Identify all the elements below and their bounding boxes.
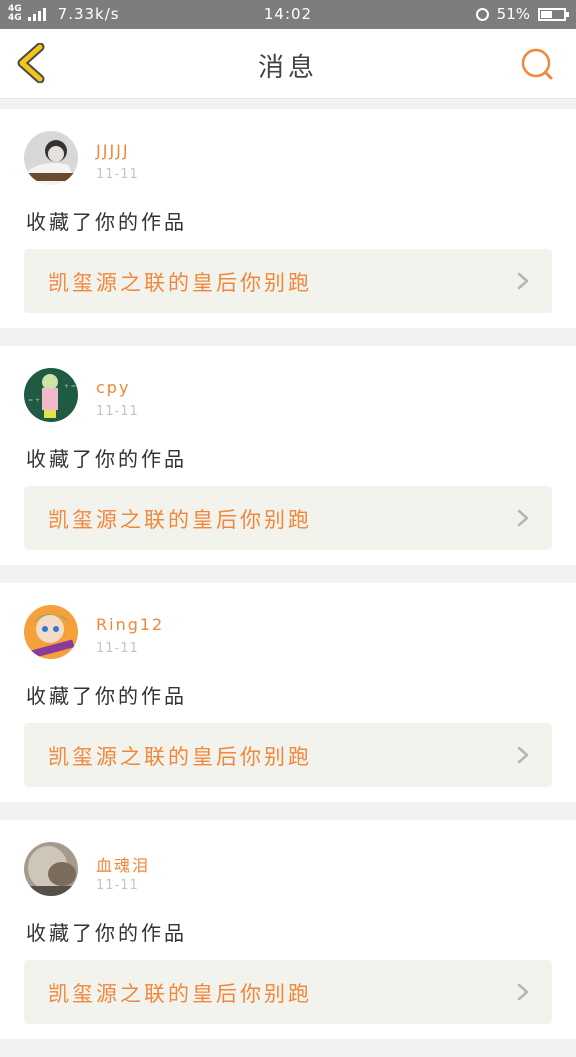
message-date: 11-11 bbox=[96, 878, 139, 893]
svg-text:+ =: + = bbox=[64, 383, 76, 390]
search-icon[interactable] bbox=[520, 47, 554, 81]
work-link[interactable]: 凯玺源之联的皇后你别跑 bbox=[24, 249, 552, 313]
avatar[interactable]: + = = + bbox=[24, 368, 78, 422]
message-date: 11-11 bbox=[96, 404, 139, 419]
work-link[interactable]: 凯玺源之联的皇后你别跑 bbox=[24, 960, 552, 1024]
work-link[interactable]: 凯玺源之联的皇后你别跑 bbox=[24, 723, 552, 787]
battery-fill bbox=[541, 10, 552, 18]
page-title: 消息 bbox=[257, 53, 318, 83]
message-card: Ring12 11-11 收藏了你的作品 凯玺源之联的皇后你别跑 bbox=[0, 583, 576, 802]
message-list: JJJJJ 11-11 收藏了你的作品 凯玺源之联的皇后你别跑 + = = + … bbox=[0, 109, 576, 1057]
work-title: 凯玺源之联的皇后你别跑 bbox=[48, 508, 312, 532]
battery-icon bbox=[538, 7, 569, 21]
status-right: 51% bbox=[475, 5, 569, 23]
message-date: 11-11 bbox=[96, 167, 139, 182]
app-header: 消息 bbox=[0, 29, 576, 99]
username[interactable]: 血魂泪 bbox=[96, 852, 150, 876]
username[interactable]: cpy bbox=[96, 378, 130, 397]
work-title: 凯玺源之联的皇后你别跑 bbox=[48, 745, 312, 769]
message-action: 收藏了你的作品 bbox=[26, 921, 187, 945]
status-bar: 4G 4G 7.33k/s 14:02 51% bbox=[0, 0, 576, 29]
svg-text:= +: = + bbox=[28, 397, 40, 404]
username[interactable]: Ring12 bbox=[96, 615, 164, 634]
message-date: 11-11 bbox=[96, 641, 139, 656]
chevron-right-icon bbox=[517, 983, 529, 1001]
message-card: 血魂泪 11-11 收藏了你的作品 凯玺源之联的皇后你别跑 bbox=[0, 820, 576, 1039]
work-title: 凯玺源之联的皇后你别跑 bbox=[48, 271, 312, 295]
avatar[interactable] bbox=[24, 842, 78, 896]
avatar[interactable] bbox=[24, 605, 78, 659]
message-card: + = = + cpy 11-11 收藏了你的作品 凯玺源之联的皇后你别跑 bbox=[0, 346, 576, 565]
chevron-right-icon bbox=[517, 746, 529, 764]
work-title: 凯玺源之联的皇后你别跑 bbox=[48, 982, 312, 1006]
message-action: 收藏了你的作品 bbox=[26, 447, 187, 471]
battery-percent: 51% bbox=[496, 5, 530, 23]
message-action: 收藏了你的作品 bbox=[26, 210, 187, 234]
username[interactable]: JJJJJ bbox=[96, 141, 130, 160]
avatar[interactable] bbox=[24, 131, 78, 185]
chevron-right-icon bbox=[517, 272, 529, 290]
alarm-icon bbox=[475, 7, 489, 21]
work-link[interactable]: 凯玺源之联的皇后你别跑 bbox=[24, 486, 552, 550]
message-action: 收藏了你的作品 bbox=[26, 684, 187, 708]
chevron-right-icon bbox=[517, 509, 529, 527]
message-card: JJJJJ 11-11 收藏了你的作品 凯玺源之联的皇后你别跑 bbox=[0, 109, 576, 328]
